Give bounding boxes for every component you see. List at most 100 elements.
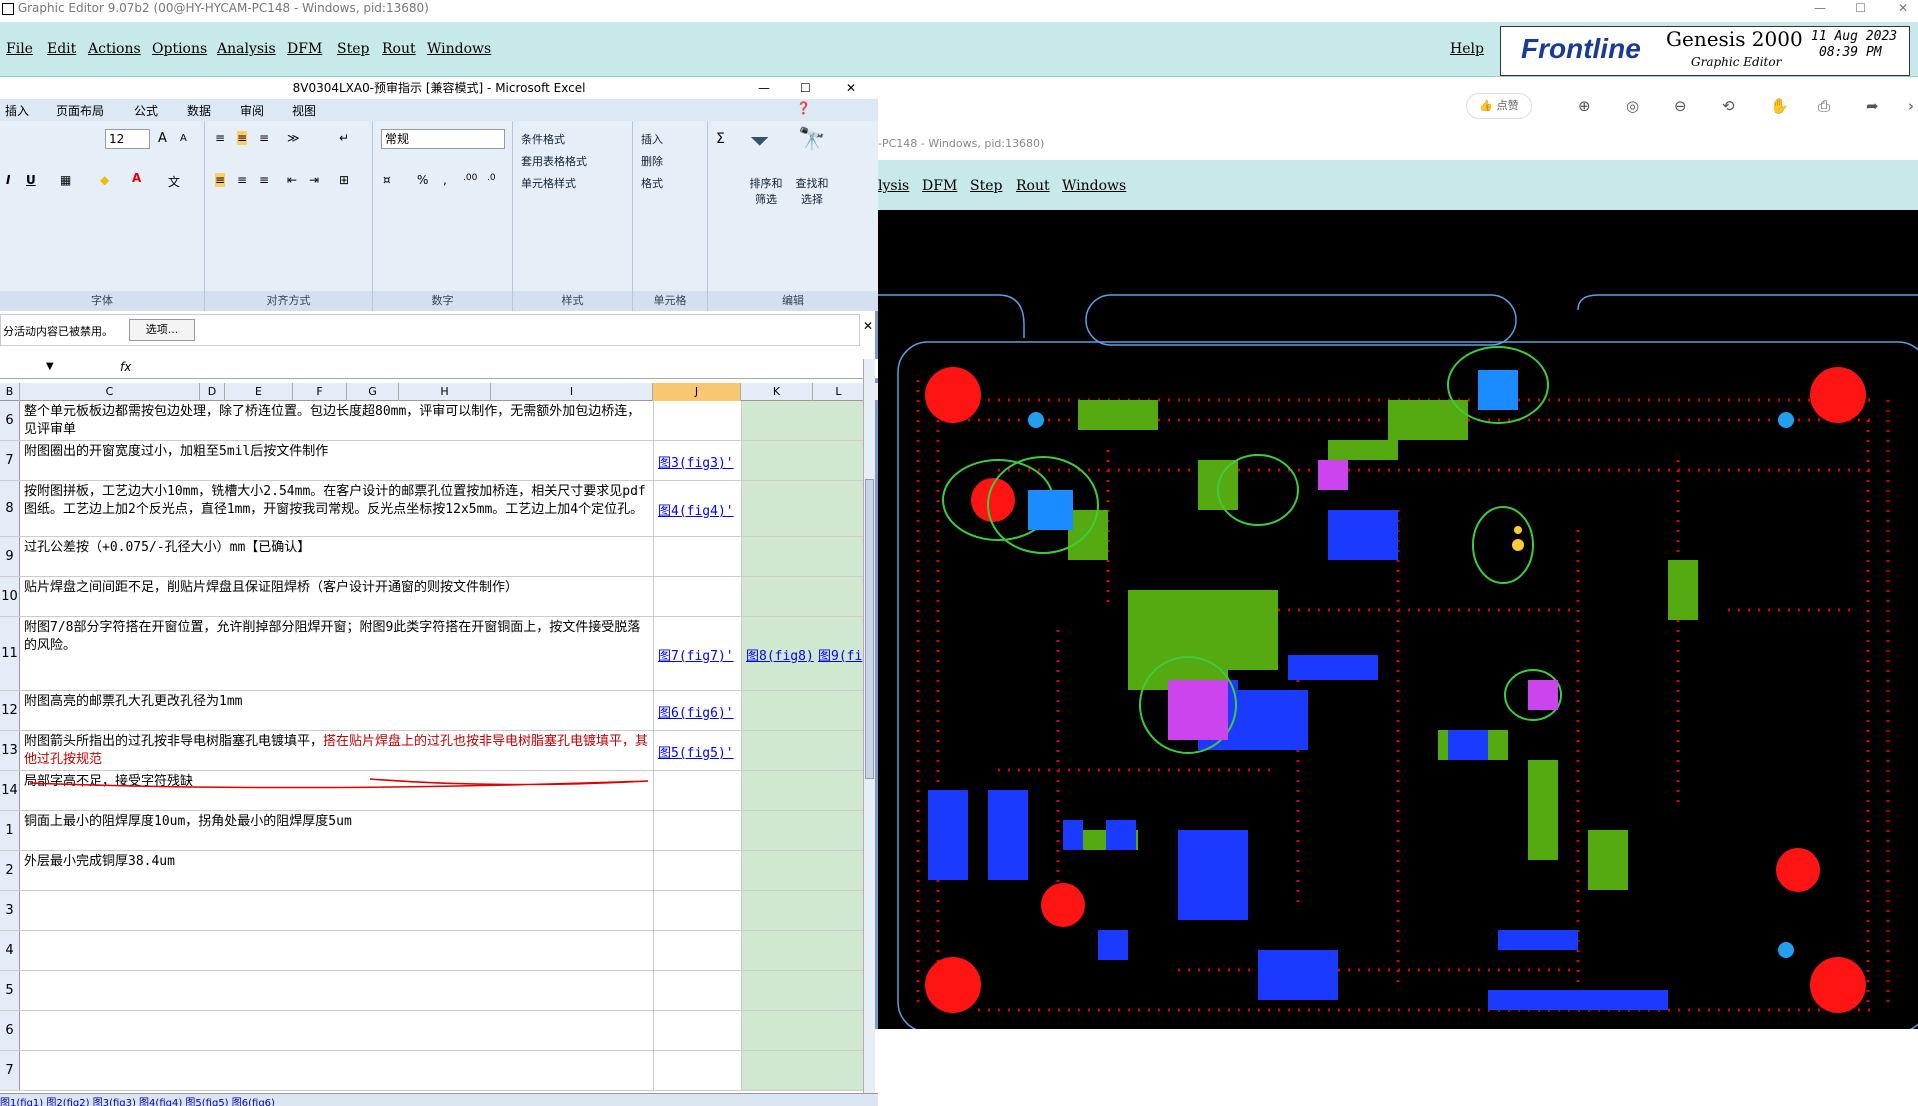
tab-page-layout[interactable]: 页面布局 bbox=[56, 102, 104, 119]
font-size-select[interactable]: 12 bbox=[105, 129, 150, 149]
viewer-menu-analysis[interactable]: lysis bbox=[878, 178, 909, 194]
row-number[interactable]: 6 bbox=[0, 1011, 20, 1050]
menu-help[interactable]: Help bbox=[1450, 41, 1484, 57]
underline-icon[interactable]: U bbox=[26, 173, 36, 187]
orientation-icon[interactable]: ≫ bbox=[287, 131, 300, 145]
insert-cells-button[interactable]: 插入 bbox=[641, 131, 663, 147]
row-number[interactable]: 3 bbox=[0, 891, 20, 930]
close-icon[interactable]: ✕ bbox=[1898, 0, 1908, 16]
figure-link[interactable]: 图4(fig4)' bbox=[658, 500, 734, 519]
viewer-menu-dfm[interactable]: DFM bbox=[922, 178, 957, 194]
excel-maximize-icon[interactable]: ☐ bbox=[800, 77, 811, 99]
row-number[interactable]: 7 bbox=[0, 1051, 20, 1090]
shrink-font-icon[interactable]: A bbox=[180, 133, 187, 144]
menu-actions[interactable]: Actions bbox=[88, 41, 141, 57]
figure-link[interactable]: 图6(fig6)' bbox=[658, 702, 734, 721]
row-number[interactable]: 1 bbox=[0, 811, 20, 850]
sort-filter-button[interactable]: 排序和筛选 bbox=[746, 175, 786, 207]
figure-link[interactable]: 图9(fi bbox=[818, 645, 862, 664]
zoom-in-icon[interactable]: ⊕ bbox=[1578, 97, 1591, 115]
col-header-h[interactable]: H bbox=[399, 383, 491, 401]
cell-c[interactable]: 外层最小完成铜厚38.4um bbox=[24, 853, 649, 871]
wrap-text-icon[interactable]: ↵ bbox=[339, 131, 349, 145]
currency-icon[interactable]: ¤ bbox=[383, 173, 391, 187]
col-header-i[interactable]: I bbox=[491, 383, 653, 401]
options-button[interactable]: 选项... bbox=[129, 319, 195, 341]
cell-c[interactable]: 整个单元板板边都需按包边处理，除了桥连位置。包边长度超80mm，评审可以制作，无… bbox=[24, 403, 649, 439]
align-right-icon[interactable]: ≡ bbox=[259, 173, 269, 187]
figure-link[interactable]: 图7(fig7)' bbox=[658, 645, 734, 664]
col-header-c[interactable]: C bbox=[20, 383, 200, 401]
tab-data[interactable]: 数据 bbox=[187, 102, 211, 119]
fit-icon[interactable]: ◎ bbox=[1626, 97, 1639, 115]
excel-close-icon[interactable]: ✕ bbox=[846, 77, 856, 99]
cell-c[interactable]: 铜面上最小的阻焊厚度10um，拐角处最小的阻焊厚度5um bbox=[24, 813, 649, 831]
maximize-icon[interactable]: ☐ bbox=[1855, 0, 1866, 16]
excel-minimize-icon[interactable]: — bbox=[758, 77, 770, 99]
rotate-icon[interactable]: ⟲ bbox=[1722, 97, 1735, 115]
italic-icon[interactable]: I bbox=[6, 173, 10, 187]
delete-cells-button[interactable]: 删除 bbox=[641, 153, 663, 169]
figure-link[interactable]: 图5(fig5)' bbox=[658, 742, 734, 761]
hand-icon[interactable]: ✋ bbox=[1770, 97, 1789, 115]
menu-analysis[interactable]: Analysis bbox=[217, 41, 276, 57]
font-color-icon[interactable]: A bbox=[132, 171, 141, 185]
cell-c[interactable]: 过孔公差按（+0.075/-孔径大小）mm【已确认】 bbox=[24, 539, 649, 557]
col-header-f[interactable]: F bbox=[293, 383, 347, 401]
decrease-indent-icon[interactable]: ⇤ bbox=[287, 173, 297, 187]
menu-windows[interactable]: Windows bbox=[427, 41, 491, 57]
row-number[interactable]: 10 bbox=[0, 577, 20, 616]
align-center-icon[interactable]: ≡ bbox=[237, 173, 247, 187]
row-number[interactable]: 8 bbox=[0, 481, 20, 536]
viewer-menu-windows[interactable]: Windows bbox=[1062, 178, 1126, 194]
cell-c[interactable]: 按附图拼板，工艺边大小10mm，铣槽大小2.54mm。在客户设计的邮票孔位置按加… bbox=[24, 483, 649, 519]
cell-c[interactable]: 附图高亮的邮票孔大孔更改孔径为1mm bbox=[24, 693, 649, 711]
fill-color-icon[interactable]: ◆ bbox=[100, 173, 109, 187]
align-middle-icon[interactable]: ≡ bbox=[237, 131, 248, 145]
row-number[interactable]: 9 bbox=[0, 537, 20, 576]
scroll-thumb[interactable] bbox=[865, 479, 874, 779]
figure-link[interactable]: 图8(fig8) bbox=[746, 645, 814, 664]
phonetic-icon[interactable]: 文 bbox=[168, 173, 180, 190]
more-icon[interactable]: › bbox=[1908, 97, 1914, 115]
align-top-icon[interactable]: ≡ bbox=[215, 131, 225, 145]
comma-icon[interactable]: , bbox=[443, 173, 447, 187]
share-icon[interactable]: ➦ bbox=[1866, 97, 1879, 115]
row-number[interactable]: 11 bbox=[0, 617, 20, 690]
cell-c[interactable]: 贴片焊盘之间间距不足，削贴片焊盘且保证阻焊桥（客户设计开通窗的则按文件制作） bbox=[24, 579, 649, 597]
col-header-k[interactable]: K bbox=[741, 383, 813, 401]
col-header-g[interactable]: G bbox=[347, 383, 399, 401]
percent-icon[interactable]: % bbox=[417, 173, 428, 187]
minimize-icon[interactable]: — bbox=[1814, 0, 1826, 16]
help-icon[interactable]: ❓ bbox=[796, 101, 811, 115]
menu-step[interactable]: Step bbox=[337, 41, 369, 57]
tab-insert[interactable]: 插入 bbox=[5, 102, 29, 119]
zoom-out-icon[interactable]: ⊖ bbox=[1674, 97, 1687, 115]
pcb-canvas[interactable] bbox=[878, 210, 1918, 1029]
name-box-dropdown-icon[interactable]: ▼ bbox=[46, 361, 54, 372]
border-icon[interactable]: ▦ bbox=[60, 173, 71, 187]
format-as-table-button[interactable]: 套用表格格式 bbox=[521, 153, 587, 169]
grow-font-icon[interactable]: A bbox=[158, 131, 167, 146]
col-header-b[interactable]: B bbox=[0, 383, 20, 401]
merge-center-icon[interactable]: ⊞ bbox=[339, 173, 349, 187]
cell-c[interactable]: 附图7/8部分字符搭在开窗位置，允许削掉部分阻焊开窗；附图9此类字符搭在开窗铜面… bbox=[24, 619, 649, 655]
col-header-d[interactable]: D bbox=[200, 383, 225, 401]
cell-c[interactable]: 附图圈出的开窗宽度过小，加粗至5mil后按文件制作 bbox=[24, 443, 649, 461]
format-cells-button[interactable]: 格式 bbox=[641, 175, 663, 191]
cell-styles-button[interactable]: 单元格样式 bbox=[521, 175, 576, 191]
number-format-select[interactable]: 常规 bbox=[381, 129, 505, 149]
tab-review[interactable]: 审阅 bbox=[240, 102, 264, 119]
print-icon[interactable]: ⎙ bbox=[1818, 97, 1830, 115]
menu-options[interactable]: Options bbox=[152, 41, 207, 57]
find-select-icon[interactable]: 🔭 bbox=[798, 127, 825, 152]
viewer-menu-rout[interactable]: Rout bbox=[1016, 178, 1050, 194]
row-number[interactable]: 5 bbox=[0, 971, 20, 1010]
menu-edit[interactable]: Edit bbox=[47, 41, 76, 57]
col-header-l[interactable]: L bbox=[813, 383, 865, 401]
tab-formulas[interactable]: 公式 bbox=[134, 102, 158, 119]
find-select-button[interactable]: 查找和选择 bbox=[792, 175, 832, 207]
row-number[interactable]: 7 bbox=[0, 441, 20, 480]
formula-input[interactable] bbox=[140, 360, 860, 377]
align-left-icon[interactable]: ≡ bbox=[215, 173, 226, 187]
